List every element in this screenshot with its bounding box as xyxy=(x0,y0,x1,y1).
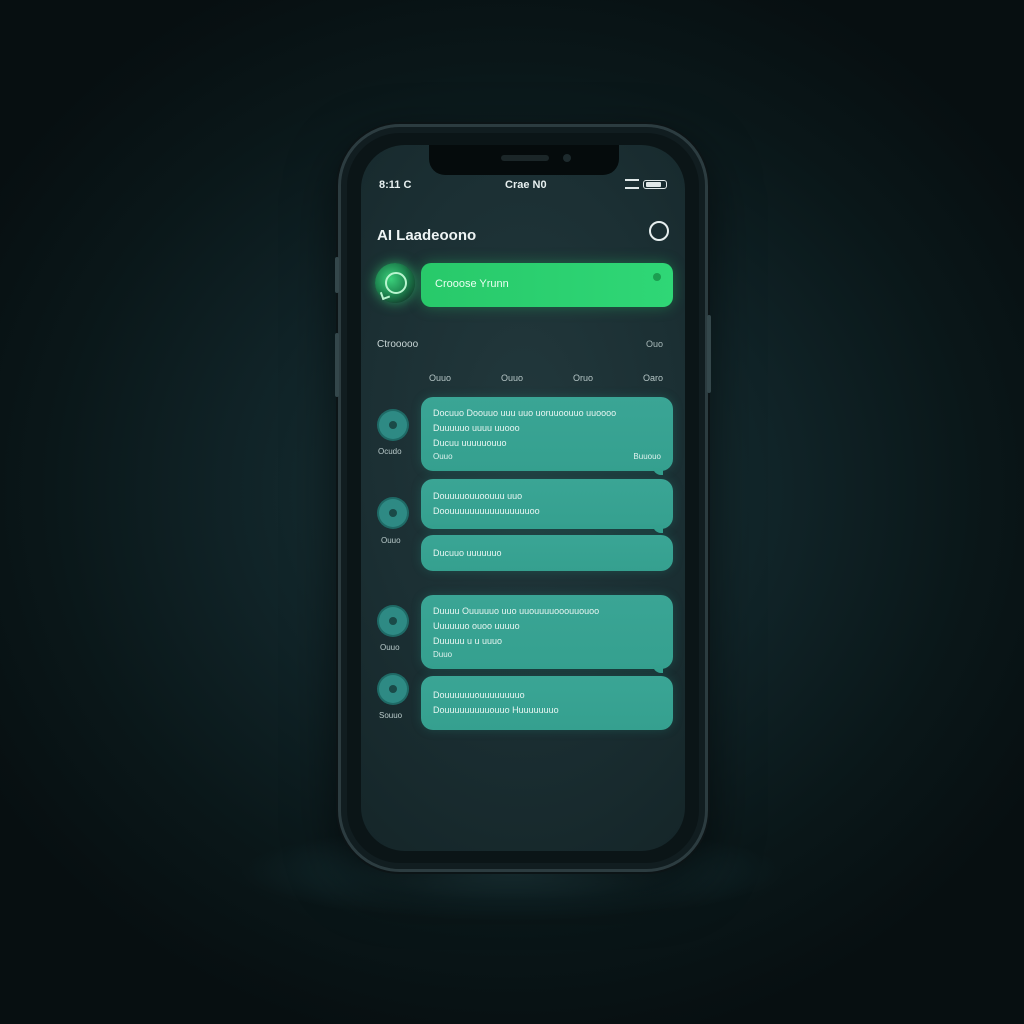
filter-tab[interactable]: Oruo xyxy=(565,373,601,383)
avatar[interactable] xyxy=(379,607,407,635)
message-meta: Ouuo Buuouo xyxy=(433,452,661,461)
bubble-tail xyxy=(653,665,663,673)
avatar[interactable] xyxy=(379,499,407,527)
message-bubble[interactable]: Ducuuo uuuuuuo xyxy=(421,535,673,571)
speaker-grille xyxy=(501,155,549,161)
message-bubble[interactable]: Douuuuouuoouuu uuo Doouuuuuuuuuuuuuuuuoo xyxy=(421,479,673,533)
message-text: Douuuuuuouuuuuuuuo xyxy=(433,690,525,700)
start-chat-label: Crooose Yrunn xyxy=(435,278,509,290)
message-text: Uuuuuuo ouoo uuuuo xyxy=(433,621,520,631)
message-meta: Duuo xyxy=(433,650,661,659)
section-action-link[interactable]: Ouo xyxy=(646,339,663,349)
sender-name: Ouuo xyxy=(380,643,400,652)
sender-name: Ouuo xyxy=(381,536,401,545)
status-time: 8:11 C xyxy=(379,179,412,191)
status-icons xyxy=(625,179,667,189)
message-text: Duuuu Ouuuuuo uuo uuouuuuooouuouoo xyxy=(433,606,600,616)
message-text: Docuuo Doouuo uuu uuo uoruuoouuo uuoooo xyxy=(433,408,617,418)
message-bubble[interactable]: Duuuu Ouuuuuo uuo uuouuuuooouuouoo Uuuuu… xyxy=(421,595,673,673)
message-status: Buuouo xyxy=(633,452,661,461)
power-button xyxy=(707,315,711,393)
start-chat-button[interactable]: Crooose Yrunn xyxy=(421,263,673,307)
filter-tab[interactable]: Oaro xyxy=(635,373,671,383)
camera-icon xyxy=(563,154,571,162)
bubble-tail xyxy=(653,525,663,533)
message-text: Duuuuuo uuuu uuooo xyxy=(433,423,520,433)
profile-icon[interactable] xyxy=(649,221,669,241)
message-bubble[interactable]: Douuuuuuouuuuuuuuo Douuuuuuuuuouuo Huuuu… xyxy=(421,676,673,730)
chatbot-icon[interactable] xyxy=(375,263,415,303)
filter-tab[interactable]: Ouuo xyxy=(421,373,459,383)
status-carrier: Crae N0 xyxy=(505,179,547,191)
phone-frame: 8:11 C Crae N0 AI Laadeoono Crooose Yrun… xyxy=(335,124,711,872)
app-screen: 8:11 C Crae N0 AI Laadeoono Crooose Yrun… xyxy=(361,145,685,851)
message-text: Doouuuuuuuuuuuuuuuuoo xyxy=(433,506,540,516)
filter-tab[interactable]: Ouuo xyxy=(493,373,531,383)
message-text: Douuuuuuuuuouuo Huuuuuuuo xyxy=(433,705,559,715)
message-text: Ducuu uuuuuouuo xyxy=(433,438,507,448)
page-title: AI Laadeoono xyxy=(377,227,477,244)
message-text: Duuuuu u u uuuo xyxy=(433,636,503,646)
message-text: Ducuuo uuuuuuo xyxy=(433,548,502,558)
sender-name: Souuo xyxy=(379,711,403,720)
volume-up-button xyxy=(335,257,339,293)
notch xyxy=(429,145,619,175)
sender-name: Ocudo xyxy=(378,447,402,456)
volume-down-button xyxy=(335,333,339,397)
message-time: Duuo xyxy=(433,650,453,659)
filter-tabs: Ouuo Ouuo Oruo Oaro xyxy=(421,373,671,383)
signal-icon xyxy=(625,179,639,189)
message-text: Douuuuouuoouuu uuo xyxy=(433,491,523,501)
avatar[interactable] xyxy=(379,675,407,703)
online-indicator xyxy=(653,273,661,281)
message-time: Ouuo xyxy=(433,452,453,461)
message-bubble[interactable]: Docuuo Doouuo uuu uuo uoruuoouuo uuoooo … xyxy=(421,397,673,475)
bubble-tail xyxy=(653,467,663,475)
section-label: Ctrooooo xyxy=(377,339,419,350)
battery-icon xyxy=(643,179,667,189)
avatar[interactable] xyxy=(379,411,407,439)
